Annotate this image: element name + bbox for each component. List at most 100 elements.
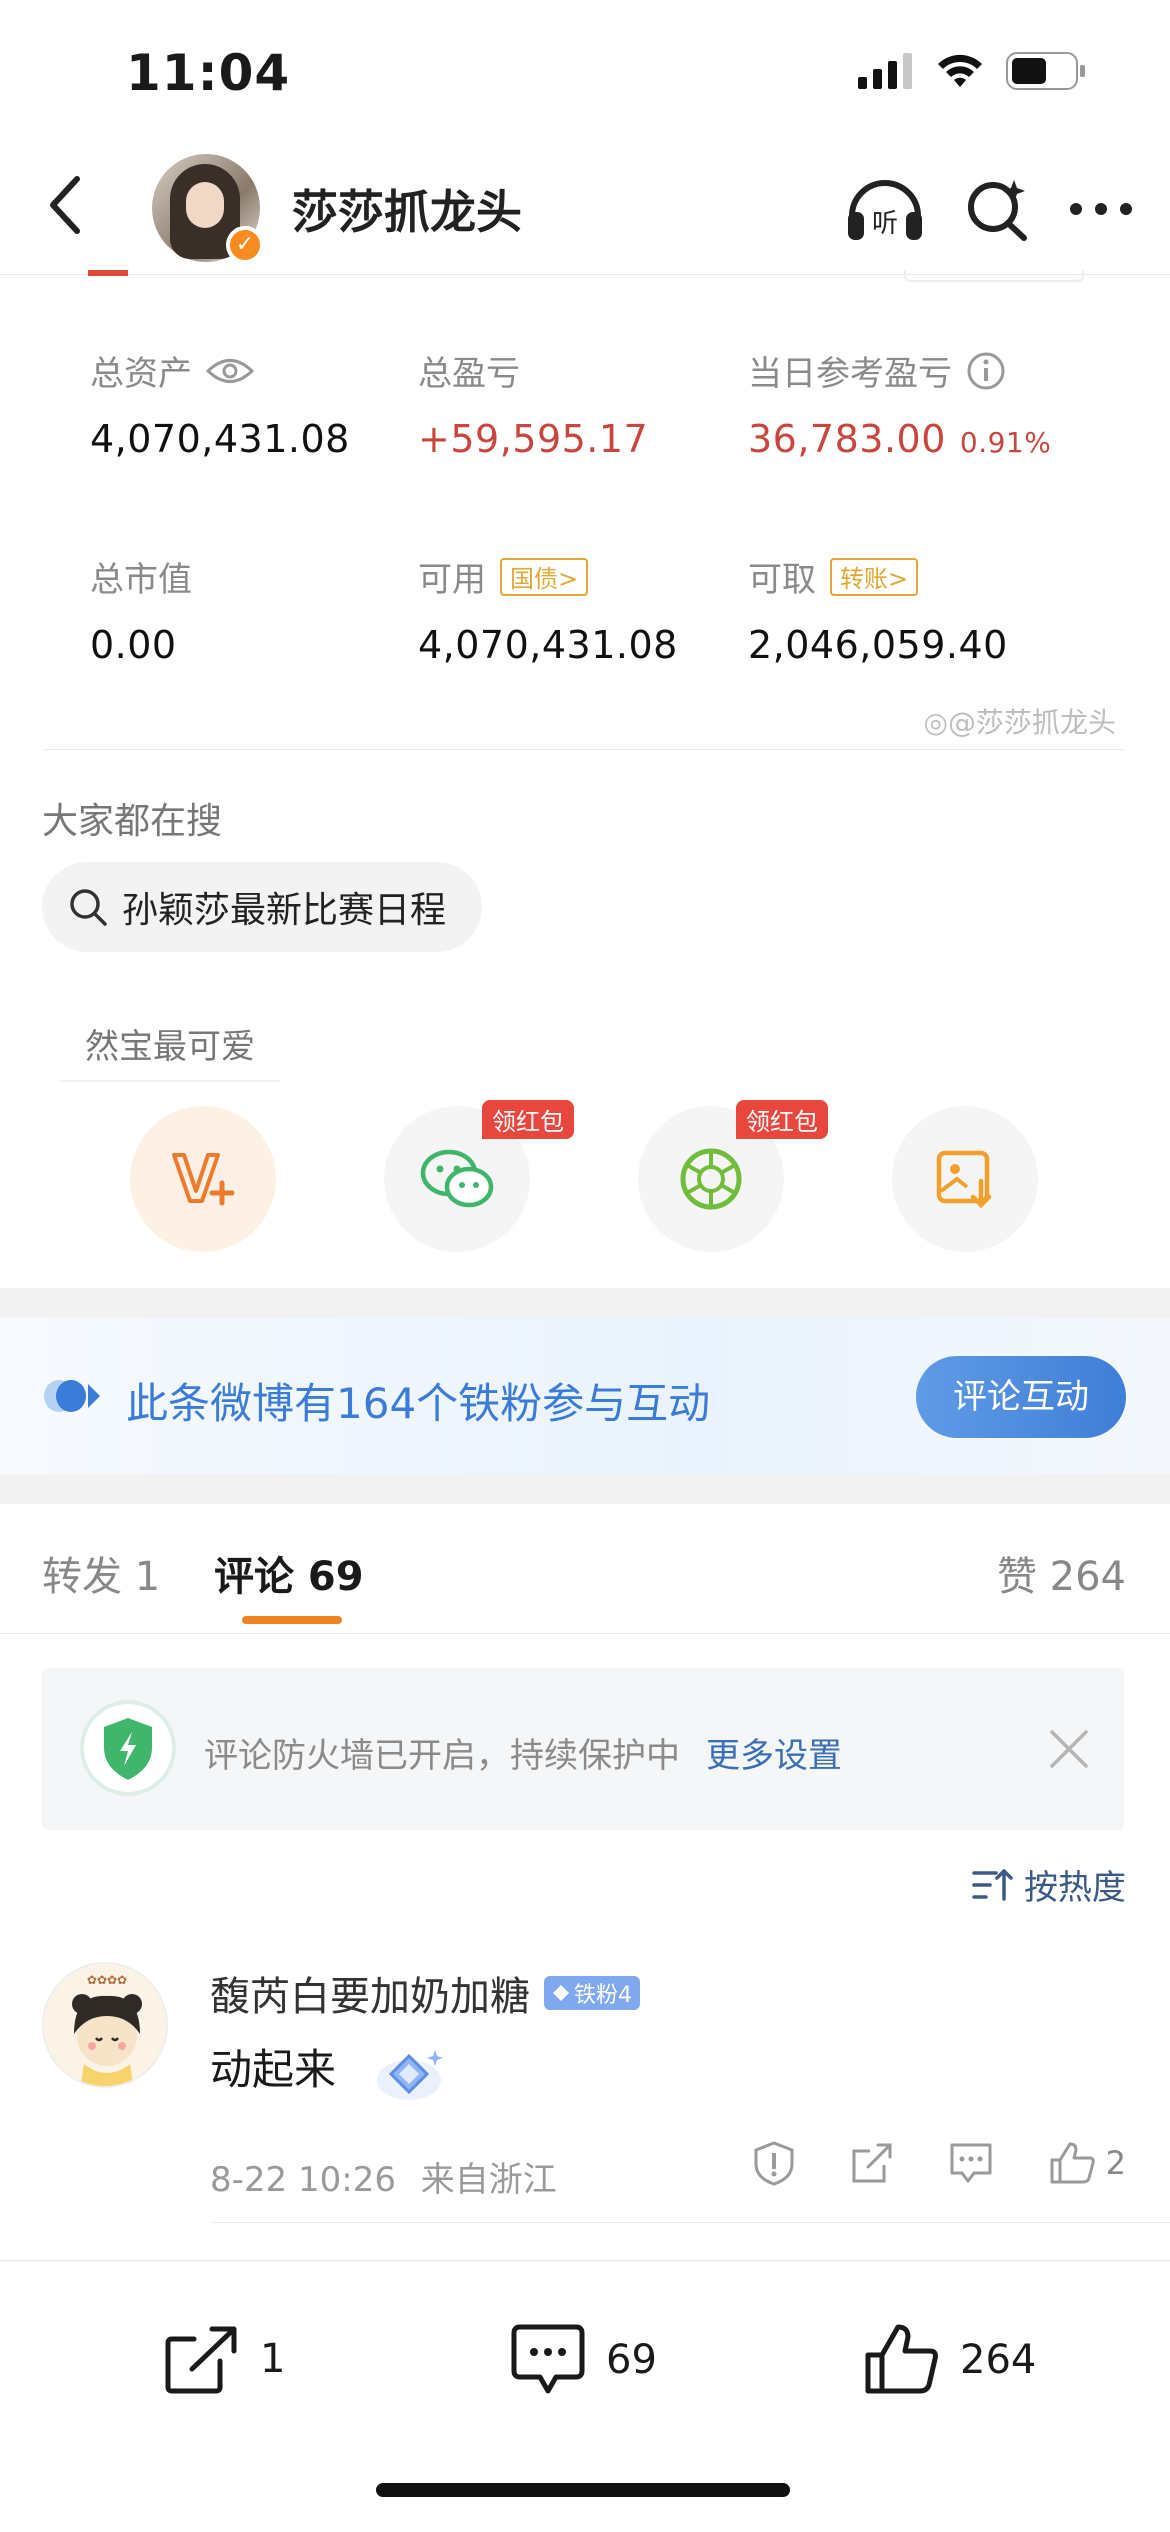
account-card: 总资产 4,070,431.08 总盈亏 +59,595.17 当日参考盈亏 3… [44, 270, 1124, 750]
status-time: 11:04 [126, 44, 291, 102]
comment-button[interactable]: 69 [510, 2323, 657, 2397]
save-image-button[interactable] [892, 1106, 1038, 1252]
treasury-tag-button[interactable]: 国债> [500, 557, 589, 596]
repost-icon [165, 2326, 237, 2394]
iron-fan-badge-label: 铁粉4 [574, 1983, 632, 2008]
comment-time: 8-22 10:26 [210, 2160, 396, 2200]
eye-icon[interactable] [206, 356, 254, 386]
nav-actions: 听 [844, 174, 1134, 244]
comment-text: 动起来 [210, 2036, 445, 2106]
diamond-icon [553, 1985, 569, 2001]
info-icon[interactable] [966, 351, 1006, 391]
sparkle-diamond-sticker-icon [377, 2049, 444, 2100]
trending-search-query: 孙颖莎最新比赛日程 [122, 890, 447, 931]
share-wechat-button[interactable]: 领红包 [384, 1100, 574, 1252]
total-assets-value: 4,070,431.08 [90, 417, 350, 461]
nav-bar: ✓ 莎莎抓龙头 听 [0, 150, 1170, 275]
signal-icon [858, 53, 912, 89]
available-label: 可用 [418, 560, 486, 600]
comment-icon [511, 2324, 585, 2394]
available-value: 4,070,431.08 [418, 623, 678, 667]
nav-username[interactable]: 莎莎抓龙头 [292, 176, 522, 242]
trending-search-title: 大家都在搜 [42, 801, 223, 842]
comment-location: 来自浙江 [420, 2160, 557, 2200]
more-icon[interactable] [1068, 199, 1134, 219]
share-suggestion-bubble[interactable]: 然宝最可爱 [60, 1012, 280, 1082]
more-settings-link[interactable]: 更多设置 [706, 1736, 842, 1776]
svg-text:✿✿✿✿: ✿✿✿✿ [87, 1973, 127, 1987]
report-icon[interactable] [752, 2140, 796, 2186]
transfer-tag-button[interactable]: 转账> [830, 557, 919, 596]
repost-count: 1 [260, 2336, 286, 2382]
commenter-username[interactable]: 馥芮白要加奶加糖 [210, 1964, 530, 2022]
tab-comments[interactable]: 评论 69 [214, 1544, 364, 1602]
thumbs-up-icon [865, 2324, 938, 2394]
iron-fan-badge: 铁粉4 [544, 1976, 640, 2010]
share-vplus-button[interactable] [130, 1106, 276, 1252]
search-icon[interactable] [964, 176, 1030, 242]
comment-like-button[interactable]: 2 [1048, 2140, 1126, 2186]
comment-count: 69 [606, 2337, 657, 2383]
stat-total-pnl: 总盈亏 +59,595.17 [418, 346, 648, 461]
vplus-icon [172, 1153, 235, 1206]
daily-pnl-percent: 0.91% [959, 426, 1052, 459]
wifi-icon [938, 54, 982, 87]
card-top-button [904, 270, 1084, 282]
thumbs-up-icon [1050, 2142, 1095, 2184]
interaction-tabs: 转发 1 评论 69 赞 264 [0, 1504, 1170, 1634]
total-assets-label: 总资产 [90, 354, 192, 394]
comment-firewall-notice: 评论防火墙已开启，持续保护中 更多设置 [42, 1668, 1124, 1830]
fans-banner-icon [44, 1380, 100, 1412]
daily-pnl-label: 当日参考盈亏 [748, 354, 952, 394]
forward-comment-icon[interactable] [850, 2141, 894, 2185]
repost-button[interactable]: 1 [164, 2323, 285, 2395]
market-value-value: 0.00 [90, 623, 177, 667]
comment-body: 动起来 [210, 2045, 337, 2094]
sort-by-hot-button[interactable]: 按热度 [972, 1860, 1126, 1909]
total-pnl-value: +59,595.17 [418, 417, 649, 461]
listen-icon[interactable]: 听 [844, 174, 926, 244]
stat-total-assets: 总资产 4,070,431.08 [90, 346, 350, 461]
wechat-icon [420, 1149, 494, 1208]
total-pnl-label: 总盈亏 [418, 354, 520, 394]
daily-pnl-value: 36,783.00 [748, 417, 946, 461]
status-bar: 11:04 [0, 0, 1170, 150]
moments-icon [680, 1148, 742, 1210]
chevron-left-icon [50, 176, 80, 234]
card-top-strip [88, 270, 128, 276]
trending-search-chip[interactable]: 孙颖莎最新比赛日程 [42, 862, 483, 952]
status-icons [858, 52, 1086, 90]
cartoon-avatar-icon: ✿✿✿✿ [72, 1973, 142, 2086]
verified-badge-icon: ✓ [226, 226, 264, 264]
reply-icon[interactable] [948, 2141, 994, 2185]
sort-icon [972, 1868, 1013, 1901]
firewall-notice-text: 评论防火墙已开启，持续保护中 [204, 1736, 680, 1776]
section-divider [0, 1288, 1170, 1318]
stat-withdrawable: 可取 转账> 2,046,059.40 [748, 552, 1008, 667]
user-avatar[interactable]: ✓ [152, 154, 264, 264]
fans-banner-text: 此条微博有164个铁粉参与互动 [126, 1379, 711, 1428]
stat-available: 可用 国债> 4,070,431.08 [418, 552, 678, 667]
fans-interaction-banner: 此条微博有164个铁粉参与互动 评论互动 [0, 1318, 1170, 1474]
withdrawable-label: 可取 [748, 560, 816, 600]
avatar-face [186, 182, 224, 228]
comment-actions: 2 [752, 2140, 1126, 2186]
watermark-text: @莎莎抓龙头 [947, 706, 1116, 739]
stat-daily-pnl: 当日参考盈亏 36,783.00 0.91% [748, 346, 1051, 461]
share-moments-button[interactable]: 领红包 [638, 1100, 828, 1252]
close-icon[interactable] [1048, 1728, 1090, 1770]
svg-text:听: 听 [872, 209, 898, 239]
search-icon [70, 889, 107, 926]
comment-like-count: 2 [1105, 2144, 1126, 2182]
tab-repost[interactable]: 转发 1 [42, 1544, 160, 1602]
like-button[interactable]: 264 [864, 2323, 1036, 2397]
back-button[interactable] [30, 170, 100, 240]
tab-likes[interactable]: 赞 264 [997, 1544, 1126, 1602]
market-value-label: 总市值 [90, 560, 192, 600]
commenter-avatar[interactable]: ✿✿✿✿ [42, 1962, 168, 2088]
comment-interact-button[interactable]: 评论互动 [916, 1356, 1126, 1438]
redpack-badge: 领红包 [482, 1100, 574, 1139]
watermark: ◎@莎莎抓龙头 [924, 701, 1116, 741]
active-tab-indicator [242, 1616, 342, 1624]
shield-icon [80, 1700, 176, 1796]
